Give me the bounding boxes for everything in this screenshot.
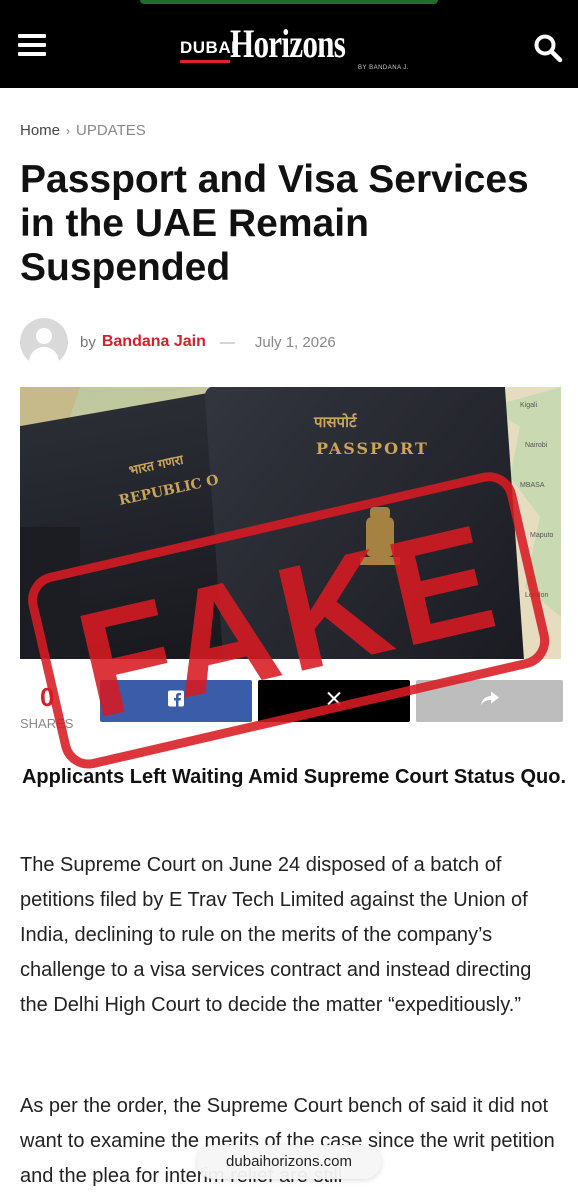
breadcrumb-home[interactable]: Home xyxy=(20,122,60,139)
svg-text:Maputo: Maputo xyxy=(530,532,553,539)
article-subtitle: Applicants Left Waiting Amid Supreme Cou… xyxy=(21,766,567,788)
site-logo[interactable]: DUBAI Horizons BY BANDANA J. xyxy=(180,20,410,76)
passport-hindi-text: पासपोर्ट xyxy=(313,413,358,431)
facebook-icon xyxy=(168,690,184,712)
byline-prefix: by xyxy=(80,333,96,351)
share-count: 0 xyxy=(40,682,55,712)
passport-word: PASSPORT xyxy=(316,439,429,458)
more-share-button[interactable] xyxy=(416,680,563,722)
share-icon xyxy=(480,691,499,711)
svg-text:London: London xyxy=(525,592,548,599)
url-pill[interactable]: dubaihorizons.com xyxy=(197,1145,381,1179)
logo-tagline: BY BANDANA J. xyxy=(358,65,410,71)
share-bar: 0 SHARES xyxy=(20,680,564,731)
author-link[interactable]: Bandana Jain xyxy=(102,333,206,351)
svg-text:Nairobi: Nairobi xyxy=(525,442,548,449)
search-icon[interactable] xyxy=(533,33,563,63)
svg-text:MBASA: MBASA xyxy=(520,482,545,489)
status-strip xyxy=(140,0,438,4)
logo-main: Horizons xyxy=(230,21,346,66)
meta-separator: — xyxy=(219,333,235,351)
x-share-button[interactable] xyxy=(258,680,410,722)
share-label: SHARES xyxy=(20,716,74,731)
facebook-share-button[interactable] xyxy=(100,680,252,722)
publish-date: July 1, 2026 xyxy=(254,333,336,351)
article-meta: by Bandana Jain — July 1, 2026 xyxy=(20,318,336,366)
breadcrumb: Home › UPDATES xyxy=(20,122,146,139)
breadcrumb-category[interactable]: UPDATES xyxy=(76,122,146,139)
top-navigation-bar: DUBAI Horizons BY BANDANA J. xyxy=(0,0,578,88)
x-icon xyxy=(327,691,341,711)
logo-underline xyxy=(180,60,230,63)
logo-prefix: DUBAI xyxy=(180,38,237,57)
svg-text:Kigali: Kigali xyxy=(520,402,538,409)
article-paragraph: The Supreme Court on June 24 disposed of… xyxy=(20,854,532,1016)
hero-image: Kigali Nairobi MBASA Maputo London पासपो… xyxy=(20,387,561,659)
hamburger-icon[interactable] xyxy=(18,34,46,56)
article-title: Passport and Visa Services in the UAE Re… xyxy=(20,158,529,289)
author-avatar[interactable] xyxy=(20,318,68,366)
chevron-right-icon: › xyxy=(66,123,71,138)
